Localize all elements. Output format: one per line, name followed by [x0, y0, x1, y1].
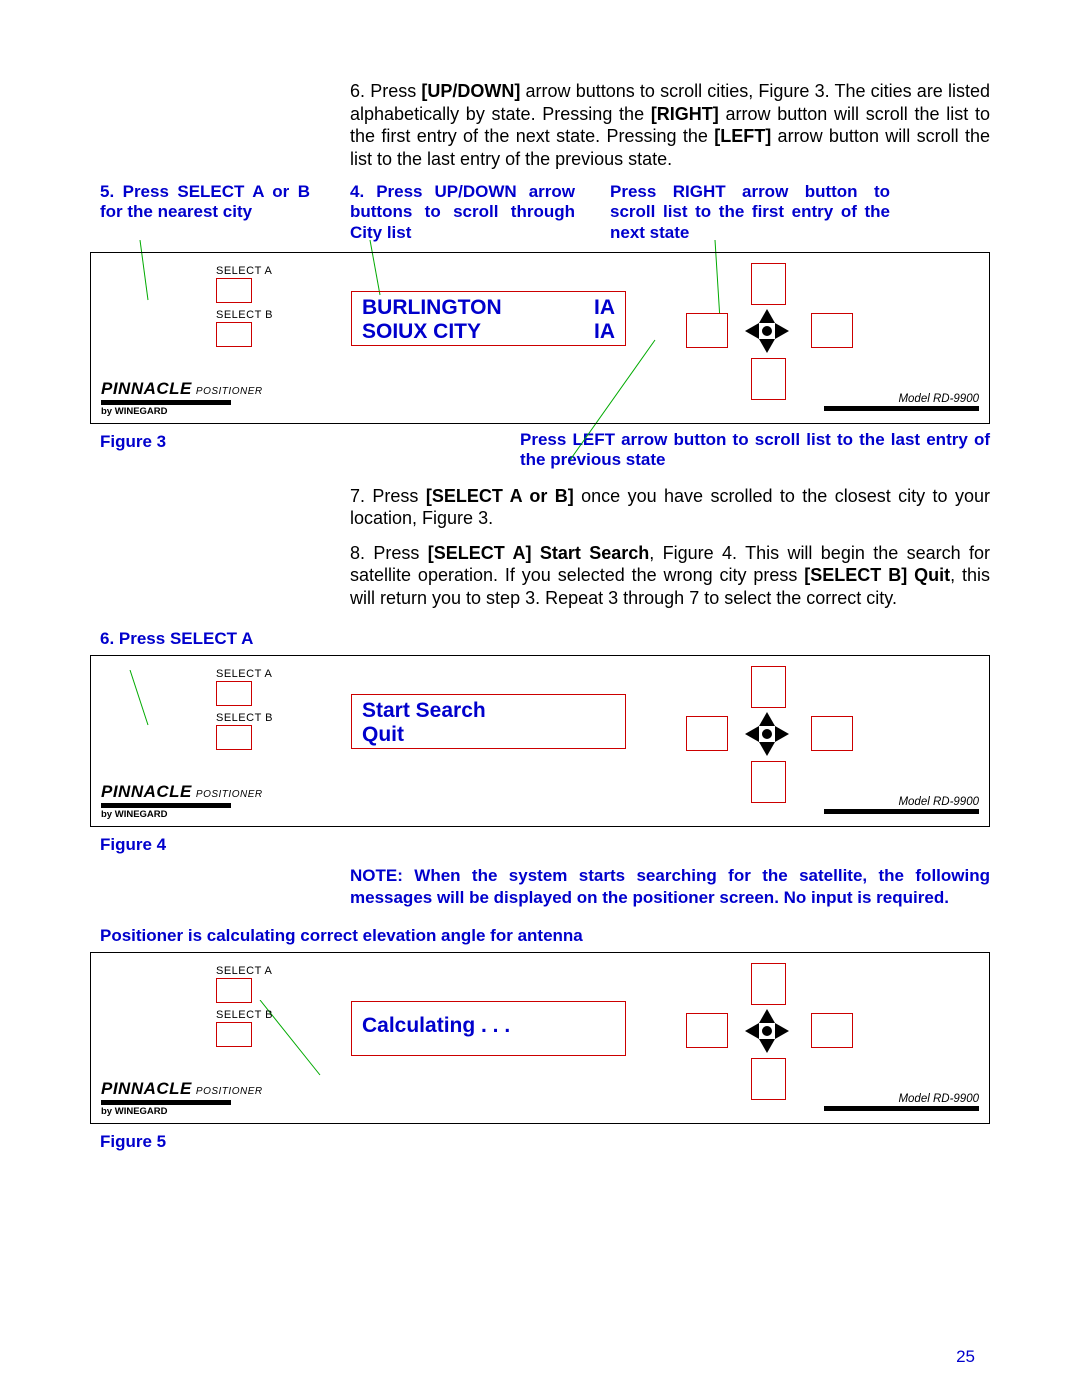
- dpad-left-button[interactable]: [686, 716, 728, 751]
- select-b-label: SELECT B: [216, 309, 273, 321]
- callout-6: 6. Press SELECT A: [100, 629, 990, 649]
- lcd-row-1: Calculating . . .: [362, 1014, 615, 1038]
- dpad-center-icon: [741, 305, 793, 357]
- branding: PINNACLE POSITIONER by WINEGARD: [101, 379, 263, 417]
- step-num: 7.: [350, 486, 365, 506]
- select-b-button[interactable]: [216, 322, 252, 347]
- dpad-up-button[interactable]: [751, 963, 786, 1005]
- dpad-down-button[interactable]: [751, 761, 786, 803]
- select-a-label: SELECT A: [216, 668, 273, 680]
- bold: [RIGHT]: [651, 104, 719, 124]
- bold: [SELECT A] Start Search: [428, 543, 649, 563]
- dpad-right-button[interactable]: [811, 716, 853, 751]
- lcd-row-1: Start Search: [362, 699, 615, 723]
- select-a-label: SELECT A: [216, 265, 273, 277]
- lcd-row-2: Quit: [362, 723, 615, 747]
- lcd-display: Start Search Quit: [351, 694, 626, 749]
- calc-caption: Positioner is calculating correct elevat…: [100, 926, 990, 946]
- dpad-center-icon: [741, 708, 793, 760]
- positioner-fig4: SELECT A SELECT B Start Search Quit PINN…: [90, 655, 990, 827]
- text: Press: [372, 486, 425, 506]
- pinnacle-logo: PINNACLE: [101, 1079, 192, 1098]
- dpad-center-icon: [741, 1005, 793, 1057]
- dpad-up-button[interactable]: [751, 263, 786, 305]
- dpad-left-button[interactable]: [686, 313, 728, 348]
- callout-right: Press RIGHT arrow button to scroll list …: [610, 182, 890, 243]
- select-b-label: SELECT B: [216, 1009, 273, 1021]
- bold: [SELECT A or B]: [426, 486, 574, 506]
- model-label: Model RD-9900: [898, 796, 979, 808]
- figure-5-label: Figure 5: [100, 1132, 990, 1152]
- positioner-word: POSITIONER: [196, 386, 263, 397]
- model-label: Model RD-9900: [898, 393, 979, 405]
- text: Press: [373, 543, 427, 563]
- select-a-button[interactable]: [216, 278, 252, 303]
- lcd-display: BURLINGTONIA SOIUX CITYIA: [351, 291, 626, 346]
- note-block: NOTE: When the system starts searching f…: [350, 865, 990, 908]
- positioner-fig5: SELECT A SELECT B Calculating . . . PINN…: [90, 952, 990, 1124]
- dpad-up-button[interactable]: [751, 666, 786, 708]
- branding: PINNACLE POSITIONER by WINEGARD: [101, 1079, 263, 1117]
- select-b-button[interactable]: [216, 725, 252, 750]
- bold: [SELECT B] Quit: [804, 565, 950, 585]
- dpad-right-button[interactable]: [811, 1013, 853, 1048]
- figure-4-label: Figure 4: [100, 835, 990, 855]
- dpad-left-button[interactable]: [686, 1013, 728, 1048]
- callout-4: 4. Press UP/DOWN arrow buttons to scroll…: [350, 182, 575, 243]
- lcd-city-2: SOIUX CITY: [362, 320, 594, 344]
- callout-left: Press LEFT arrow button to scroll list t…: [520, 430, 990, 471]
- pinnacle-logo: PINNACLE: [101, 379, 192, 398]
- text: Press: [370, 81, 421, 101]
- branding: PINNACLE POSITIONER by WINEGARD: [101, 782, 263, 820]
- select-a-label: SELECT A: [216, 965, 273, 977]
- select-b-label: SELECT B: [216, 712, 273, 724]
- dpad-down-button[interactable]: [751, 1058, 786, 1100]
- lcd-city-1: BURLINGTON: [362, 296, 594, 320]
- select-buttons: SELECT A SELECT B: [216, 668, 273, 756]
- by-winegard: by WINEGARD: [101, 1106, 263, 1117]
- step-num: 6.: [350, 81, 365, 101]
- dpad-down-button[interactable]: [751, 358, 786, 400]
- positioner-word: POSITIONER: [196, 1086, 263, 1097]
- lcd-display: Calculating . . .: [351, 1001, 626, 1056]
- select-b-button[interactable]: [216, 1022, 252, 1047]
- lcd-state-1: IA: [594, 296, 615, 320]
- page-number: 25: [956, 1347, 975, 1367]
- by-winegard: by WINEGARD: [101, 406, 263, 417]
- positioner-fig3: SELECT A SELECT B BURLINGTONIA SOIUX CIT…: [90, 252, 990, 424]
- instruction-step-8: 8. Press [SELECT A] Start Search, Figure…: [350, 542, 990, 610]
- callout-5: 5. Press SELECT A or B for the nearest c…: [100, 182, 310, 223]
- select-a-button[interactable]: [216, 978, 252, 1003]
- instruction-step-7: 7. Press [SELECT A or B] once you have s…: [350, 485, 990, 530]
- select-a-button[interactable]: [216, 681, 252, 706]
- step-num: 8.: [350, 543, 365, 563]
- select-buttons: SELECT A SELECT B: [216, 965, 273, 1053]
- document-page: 6. Press [UP/DOWN] arrow buttons to scro…: [0, 0, 1080, 1397]
- bold: [LEFT]: [714, 126, 771, 146]
- callout-row-fig3: 5. Press SELECT A or B for the nearest c…: [90, 182, 990, 252]
- pinnacle-logo: PINNACLE: [101, 782, 192, 801]
- lcd-state-2: IA: [594, 320, 615, 344]
- bold: [UP/DOWN]: [421, 81, 520, 101]
- positioner-word: POSITIONER: [196, 789, 263, 800]
- model-label: Model RD-9900: [898, 1093, 979, 1105]
- dpad-right-button[interactable]: [811, 313, 853, 348]
- instruction-step-6: 6. Press [UP/DOWN] arrow buttons to scro…: [350, 80, 990, 170]
- by-winegard: by WINEGARD: [101, 809, 263, 820]
- select-buttons: SELECT A SELECT B: [216, 265, 273, 353]
